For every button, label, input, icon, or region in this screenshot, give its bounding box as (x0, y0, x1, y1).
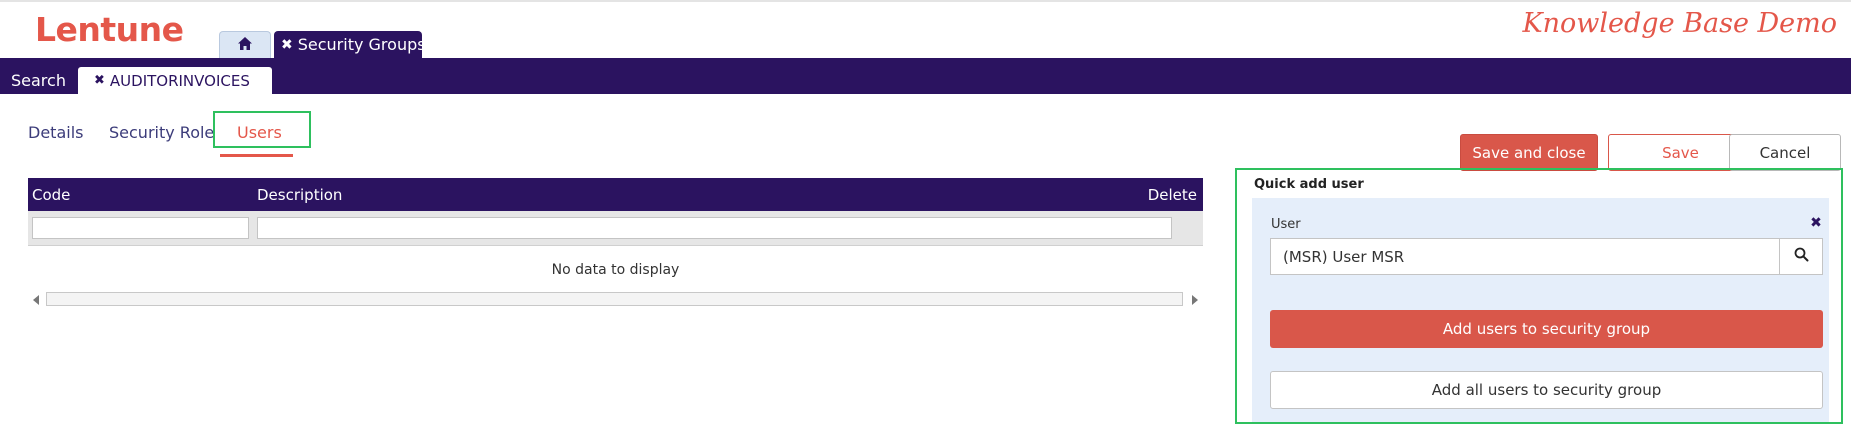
description-filter-input[interactable] (257, 217, 1172, 239)
horizontal-scrollbar[interactable] (28, 291, 1203, 308)
column-header-description[interactable]: Description (257, 186, 342, 204)
users-tab-highlight (213, 111, 311, 148)
scroll-left-icon[interactable] (28, 291, 44, 308)
tab-label: AUDITORINVOICES (109, 71, 250, 90)
empty-message: No data to display (551, 262, 680, 278)
user-search-button[interactable] (1779, 238, 1823, 275)
tab-security-role[interactable]: Security Role (109, 123, 214, 142)
column-header-delete[interactable]: Delete (1148, 186, 1197, 204)
nav-search-link[interactable]: Search (11, 71, 66, 90)
tab-security-groups[interactable]: ✖ Security Groups (274, 31, 426, 58)
close-icon[interactable]: ✖ (281, 37, 293, 53)
close-icon[interactable]: ✖ (94, 73, 105, 88)
column-header-code[interactable]: Code (32, 186, 70, 204)
home-tab[interactable] (219, 31, 271, 58)
code-filter-input[interactable] (32, 217, 249, 239)
tab-details[interactable]: Details (28, 123, 83, 142)
quick-add-title: Quick add user (1254, 177, 1364, 192)
add-all-users-button[interactable]: Add all users to security group (1270, 371, 1823, 409)
user-field-label: User (1271, 217, 1301, 232)
app-logo: Lentune (35, 10, 184, 49)
clear-icon[interactable]: ✖ (1809, 216, 1823, 230)
add-users-button[interactable]: Add users to security group (1270, 310, 1823, 348)
grid-header: Code Description Delete (28, 178, 1203, 211)
top-border (0, 0, 1851, 2)
home-icon (237, 36, 253, 55)
cancel-button[interactable]: Cancel (1729, 134, 1841, 171)
scrollbar-track[interactable] (46, 292, 1183, 306)
tab-label: Security Groups (297, 35, 426, 54)
tab-record[interactable]: ✖ AUDITORINVOICES (78, 67, 272, 94)
save-and-close-button[interactable]: Save and close (1460, 134, 1598, 171)
search-icon (1794, 247, 1809, 266)
active-tab-indicator (220, 154, 293, 157)
app-tagline: Knowledge Base Demo (1522, 8, 1837, 39)
nav-bar (0, 58, 1851, 94)
scroll-right-icon[interactable] (1187, 291, 1203, 308)
user-input[interactable] (1270, 238, 1780, 275)
filter-row (28, 211, 1203, 246)
